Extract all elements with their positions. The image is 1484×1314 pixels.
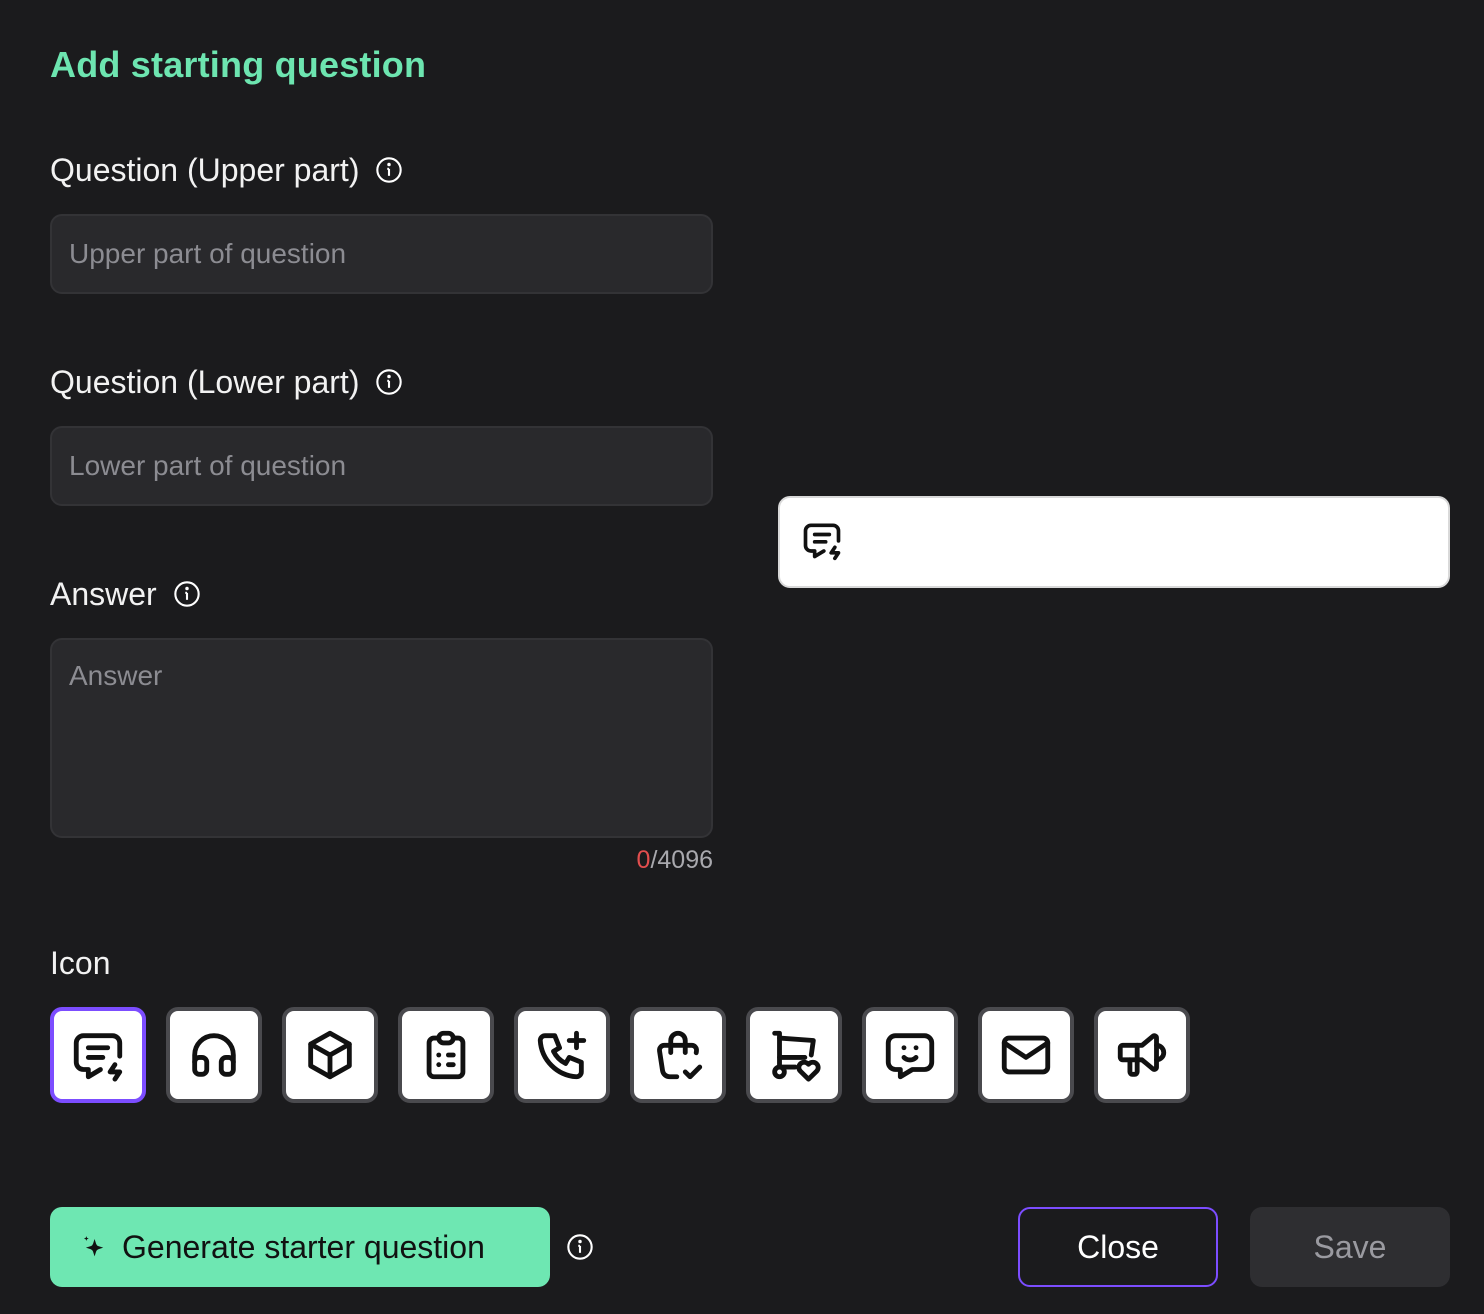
icon-option-headphones[interactable]	[166, 1007, 262, 1103]
lower-question-label: Question (Lower part)	[50, 363, 360, 400]
icon-option-message-smile[interactable]	[862, 1007, 958, 1103]
lower-question-input[interactable]	[50, 426, 713, 506]
mail-icon	[1001, 1035, 1051, 1075]
info-icon[interactable]	[375, 156, 403, 184]
lower-question-label-row: Question (Lower part)	[50, 362, 403, 402]
info-icon[interactable]	[566, 1233, 594, 1261]
message-smile-icon	[885, 1033, 935, 1080]
answer-textarea[interactable]	[50, 638, 713, 838]
icon-option-megaphone[interactable]	[1094, 1007, 1190, 1103]
icon-option-clipboard-list[interactable]	[398, 1007, 494, 1103]
upper-question-label-row: Question (Upper part)	[50, 150, 403, 190]
message-bolt-icon	[800, 518, 844, 567]
upper-question-label: Question (Upper part)	[50, 151, 360, 188]
box-icon	[308, 1030, 352, 1080]
icon-picker-label: Icon	[50, 944, 111, 981]
cart-heart-icon	[772, 1030, 821, 1082]
headphones-icon	[192, 1033, 236, 1077]
save-button[interactable]: Save	[1250, 1207, 1450, 1287]
generate-button-label: Generate starter question	[122, 1228, 485, 1265]
icon-option-mail[interactable]	[978, 1007, 1074, 1103]
icon-option-cart-heart[interactable]	[746, 1007, 842, 1103]
info-icon[interactable]	[375, 368, 403, 396]
question-preview	[778, 496, 1450, 588]
shopping-bag-check-icon	[657, 1030, 703, 1080]
icon-picker	[50, 1007, 1190, 1103]
icon-option-message-bolt[interactable]	[50, 1007, 146, 1103]
char-limit: /4096	[650, 846, 713, 874]
answer-char-counter: 0/4096	[500, 846, 713, 875]
dialog-title: Add starting question	[50, 44, 427, 85]
icon-option-box[interactable]	[282, 1007, 378, 1103]
generate-starter-question-button[interactable]: Generate starter question	[50, 1207, 550, 1287]
icon-option-shopping-bag-check[interactable]	[630, 1007, 726, 1103]
phone-plus-icon	[537, 1030, 587, 1080]
upper-question-input[interactable]	[50, 214, 713, 294]
answer-label-row: Answer	[50, 574, 201, 614]
icon-label-row: Icon	[50, 943, 110, 983]
message-bolt-icon	[73, 1033, 123, 1082]
info-icon[interactable]	[173, 580, 201, 608]
sparkles-icon	[83, 1236, 104, 1257]
icon-option-phone-plus[interactable]	[514, 1007, 610, 1103]
clipboard-list-icon	[426, 1030, 466, 1080]
megaphone-icon	[1117, 1033, 1167, 1077]
char-count: 0	[636, 846, 651, 874]
answer-label: Answer	[50, 575, 157, 612]
close-button[interactable]: Close	[1018, 1207, 1218, 1287]
